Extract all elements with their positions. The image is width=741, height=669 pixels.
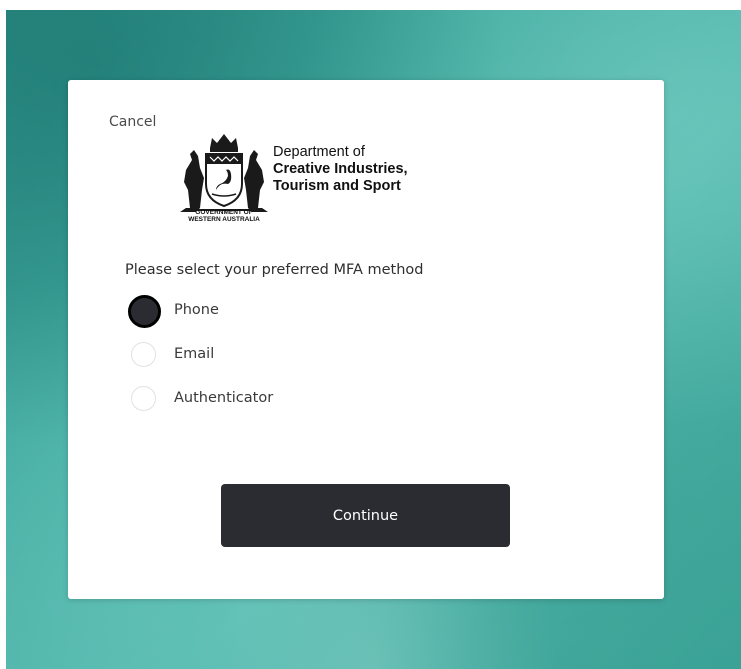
authenticator-radio[interactable] [131, 386, 156, 411]
authenticator-option-label: Authenticator [174, 390, 274, 406]
department-logo: GOVERNMENT OF WESTERN AUSTRALIA Departme… [176, 130, 476, 230]
department-name: Department of Creative Industries, Touri… [273, 144, 408, 195]
phone-radio[interactable] [128, 295, 161, 328]
department-name-line1: Department of [273, 144, 365, 160]
email-option-label: Email [174, 346, 215, 362]
page: Cancel GOVERNMENT OF WESTERN AUSTRALIA D… [0, 0, 741, 669]
continue-button[interactable]: Continue [221, 484, 510, 547]
email-radio[interactable] [131, 342, 156, 367]
crest-caption: GOVERNMENT OF WESTERN AUSTRALIA [176, 209, 272, 223]
phone-option-label: Phone [174, 302, 219, 318]
mfa-option-authenticator[interactable]: Authenticator [128, 383, 528, 427]
department-name-line2: Creative Industries, [273, 161, 408, 177]
mfa-prompt: Please select your preferred MFA method [125, 262, 424, 278]
mfa-method-radio-group: Phone Email Authenticator [128, 295, 528, 427]
mfa-card: Cancel GOVERNMENT OF WESTERN AUSTRALIA D… [68, 80, 664, 599]
wa-coat-of-arms-icon [180, 134, 268, 212]
mfa-option-phone[interactable]: Phone [128, 295, 528, 339]
department-name-line3: Tourism and Sport [273, 178, 401, 194]
cancel-link[interactable]: Cancel [109, 114, 156, 130]
mfa-option-email[interactable]: Email [128, 339, 528, 383]
crest-caption-line2: WESTERN AUSTRALIA [188, 216, 260, 223]
crest-caption-line1: GOVERNMENT OF [195, 209, 253, 216]
